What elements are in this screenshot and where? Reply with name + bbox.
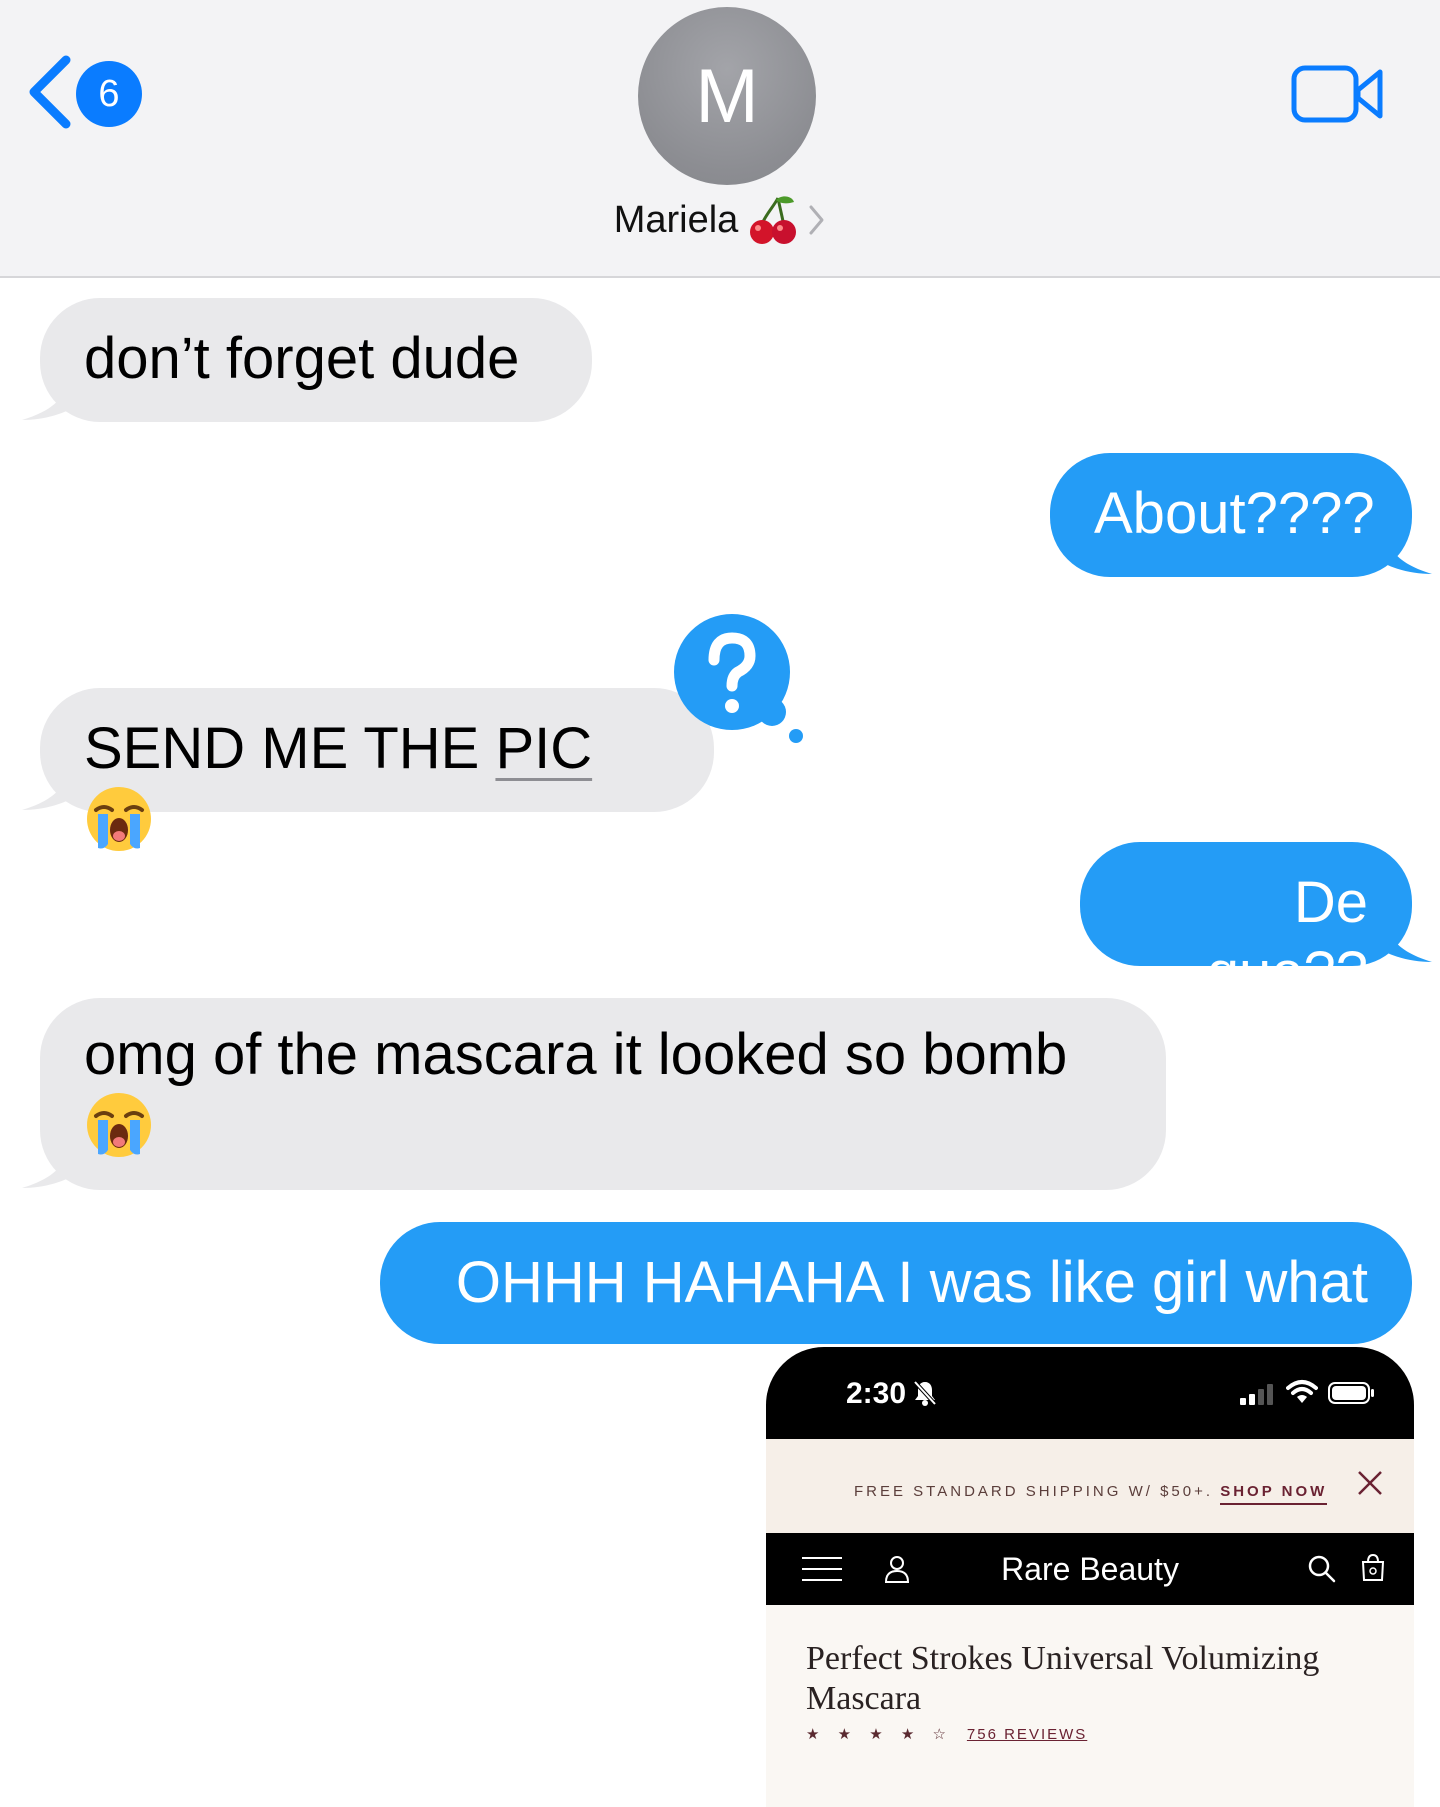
message-text: OHHH HAHAHA I was like girl what [455,1250,1368,1315]
facetime-video-button[interactable] [1290,62,1386,126]
message-text: About???? [1094,481,1375,546]
status-bar: 2:30 [766,1347,1414,1439]
cellular-signal-icon [1240,1383,1276,1410]
contact-name-button[interactable]: Mariela [0,190,1440,250]
shop-now-link[interactable]: SHOP NOW [1220,1483,1328,1505]
promo-banner: FREE STANDARD SHIPPING W/ $50+. SHOP NOW [766,1439,1414,1533]
cherry-icon [748,194,798,246]
wifi-icon [1286,1379,1318,1410]
shipping-text: FREE STANDARD SHIPPING W/ $50+. [854,1483,1214,1500]
chevron-left-icon [26,54,74,135]
search-icon[interactable] [1308,1555,1336,1588]
site-nav: Rare Beauty [766,1533,1414,1605]
contact-avatar[interactable]: M [638,7,816,185]
product-title: Perfect Strokes Universal Volumizing Mas… [806,1640,1320,1717]
close-icon[interactable] [1356,1469,1384,1502]
reviews-link[interactable]: 756 REVIEWS [967,1726,1087,1743]
rating-row: ★ ★ ★ ★ ☆ 756 REVIEWS [806,1725,1087,1744]
loudly-crying-face-icon [84,1090,154,1176]
image-attachment[interactable]: 2:30 FREE STANDARD SHIPPING W/ $50+. SHO… [766,1347,1414,1807]
loudly-crying-face-icon [84,784,154,870]
contact-name: Mariela [613,198,739,241]
sent-message[interactable]: De que?? [1080,842,1412,1005]
received-message[interactable]: omg of the mascara it looked so bomb [40,998,1166,1190]
chevron-right-icon [808,203,826,237]
received-message[interactable]: SEND ME THE PIC [40,688,714,851]
message-link-text[interactable]: PIC [495,716,592,781]
question-tapback-icon[interactable] [668,608,808,748]
status-time: 2:30 [846,1377,907,1410]
message-text: don’t forget dude [84,326,520,391]
battery-icon [1328,1381,1376,1410]
avatar-initial: M [695,53,759,139]
back-button[interactable]: 6 [26,54,146,135]
conversation-header: 6 M Mariela [0,0,1440,278]
bell-slash-icon [912,1379,938,1412]
message-text: SEND ME THE [84,716,496,781]
star-rating: ★ ★ ★ ★ ☆ [806,1726,953,1743]
message-text: omg of the mascara it looked so bomb [84,1022,1068,1087]
video-camera-icon [1290,65,1386,130]
sent-message[interactable]: OHHH HAHAHA I was like girl what [380,1222,1412,1344]
sent-message[interactable]: About???? [1050,453,1412,577]
message-text: De que?? [1206,870,1368,1005]
received-message[interactable]: don’t forget dude [40,298,592,422]
shopping-bag-icon[interactable] [1358,1553,1388,1588]
promo-banner-text: FREE STANDARD SHIPPING W/ $50+. SHOP NOW [854,1483,1328,1505]
unread-count-badge: 6 [76,61,142,127]
